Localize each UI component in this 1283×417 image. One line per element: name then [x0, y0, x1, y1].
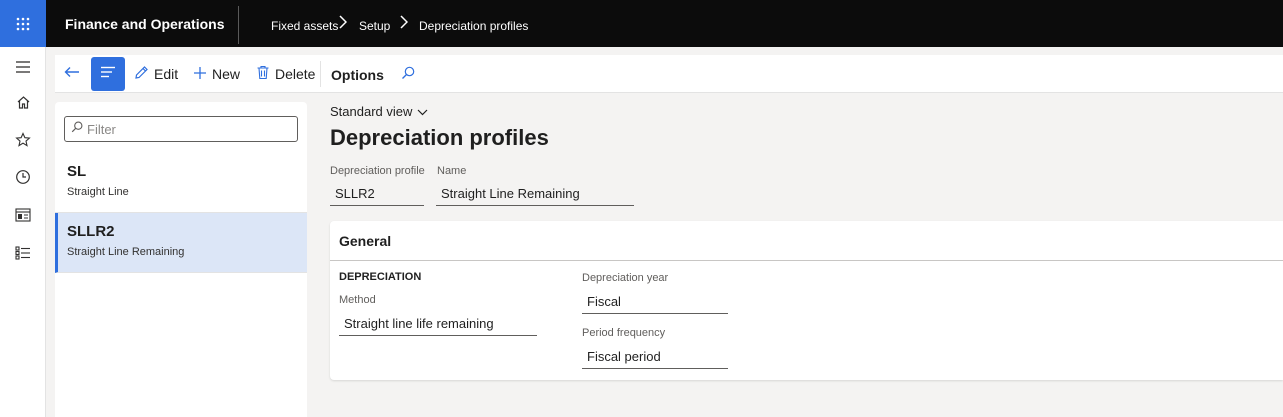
waffle-icon	[16, 17, 30, 31]
delete-button[interactable]: Delete	[256, 64, 315, 84]
chevron-down-icon	[412, 104, 428, 119]
back-arrow-icon	[64, 65, 80, 83]
period-frequency-field[interactable]: Fiscal period	[582, 345, 728, 369]
name-field[interactable]: Straight Line Remaining	[436, 182, 634, 206]
trash-icon	[256, 65, 275, 83]
list-item-code: SLLR2	[67, 223, 115, 240]
options-tab[interactable]: Options	[331, 67, 384, 83]
filter-input[interactable]: Filter	[64, 116, 298, 142]
plus-icon	[193, 66, 212, 83]
view-label: Standard view	[330, 104, 413, 119]
list-item[interactable]: SL Straight Line	[55, 153, 307, 213]
action-pane: Edit New Delete Options	[55, 55, 1283, 93]
method-label: Method	[339, 294, 376, 306]
depreciation-group-title: DEPRECIATION	[339, 271, 422, 283]
new-label: New	[212, 66, 241, 82]
app-launcher-button[interactable]	[0, 0, 46, 47]
depreciation-profile-label: Depreciation profile	[330, 165, 425, 177]
record-list-panel: Filter SL Straight Line SLLR2 Straight L…	[55, 102, 307, 417]
pencil-icon	[134, 65, 154, 83]
app-title[interactable]: Finance and Operations	[65, 16, 224, 32]
left-navigation	[0, 47, 46, 417]
top-bar: Finance and Operations Fixed assets Setu…	[0, 0, 1283, 47]
view-selector[interactable]: Standard view	[330, 104, 428, 119]
hamburger-icon[interactable]	[13, 57, 33, 77]
period-frequency-label: Period frequency	[582, 327, 666, 339]
name-label: Name	[437, 165, 467, 177]
back-button[interactable]	[61, 64, 83, 84]
breadcrumb-fixed-assets[interactable]: Fixed assets	[271, 19, 338, 33]
list-item-selected[interactable]: SLLR2 Straight Line Remaining	[55, 213, 307, 273]
depreciation-profile-field[interactable]: SLLR2	[330, 182, 424, 206]
delete-label: Delete	[275, 66, 316, 82]
general-fasttab-title[interactable]: General	[339, 233, 391, 249]
new-button[interactable]: New	[193, 64, 240, 84]
list-icon[interactable]	[13, 243, 33, 263]
workspace-icon[interactable]	[13, 205, 33, 225]
search-icon	[401, 66, 415, 84]
depreciation-year-label: Depreciation year	[582, 272, 669, 284]
general-fasttab: General DEPRECIATION Method Straight lin…	[330, 221, 1283, 380]
list-item-code: SL	[67, 163, 87, 180]
method-field[interactable]: Straight line life remaining	[339, 312, 537, 336]
edit-label: Edit	[154, 66, 179, 82]
top-divider	[238, 6, 239, 44]
clock-icon[interactable]	[13, 167, 33, 187]
breadcrumb-depreciation-profiles[interactable]: Depreciation profiles	[419, 19, 528, 33]
card-divider	[330, 260, 1283, 261]
list-view-icon	[100, 65, 116, 83]
edit-button[interactable]: Edit	[134, 64, 178, 84]
star-icon[interactable]	[13, 130, 33, 150]
home-icon[interactable]	[13, 92, 33, 112]
list-view-button[interactable]	[91, 57, 125, 91]
chevron-right-icon	[339, 15, 348, 32]
list-item-name: Straight Line	[67, 186, 129, 198]
breadcrumb-setup[interactable]: Setup	[359, 19, 390, 33]
chevron-right-icon	[400, 15, 409, 32]
search-button[interactable]	[401, 66, 415, 85]
page-title: Depreciation profiles	[330, 125, 549, 150]
action-pane-divider	[320, 61, 321, 87]
depreciation-year-field[interactable]: Fiscal	[582, 290, 728, 314]
list-item-name: Straight Line Remaining	[67, 246, 185, 258]
search-icon	[71, 120, 83, 138]
filter-placeholder: Filter	[87, 121, 116, 137]
